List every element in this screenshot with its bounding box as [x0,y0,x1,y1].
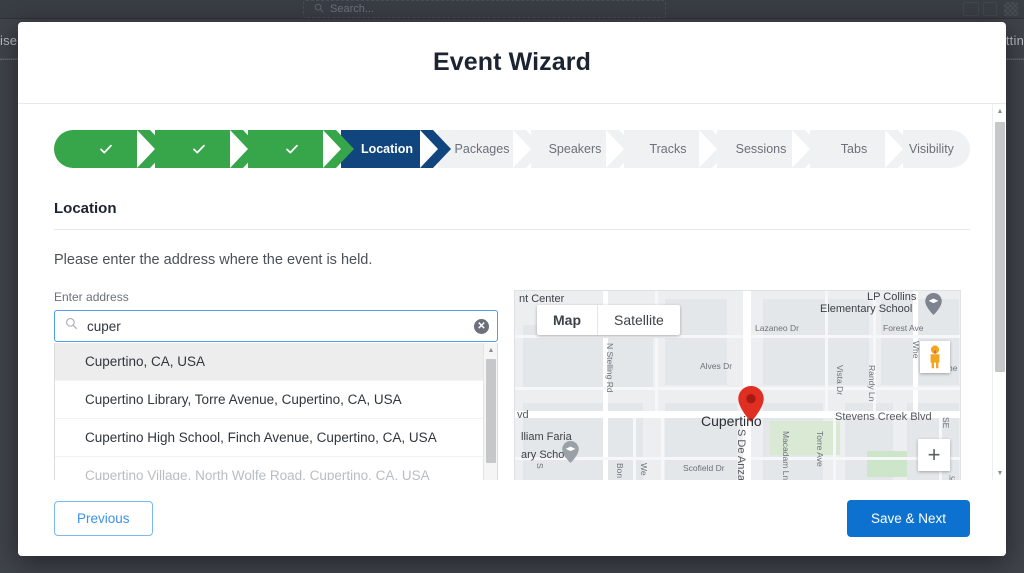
school-marker-icon [562,441,579,468]
map-label: Stevens Creek Blvd [835,411,932,423]
suggestion-text: Cupertino Village, North Wolfe Road, Cup… [85,468,430,480]
suggestion-text: Cupertino High School, Finch Avenue, Cup… [85,430,437,445]
map-label: N Stelling Rd [605,343,615,393]
map-label: nt Center [519,293,564,305]
save-and-next-button[interactable]: Save & Next [847,500,970,537]
grid-icon[interactable] [1004,2,1018,16]
section-description: Please enter the address where the event… [54,252,970,268]
wizard-step-label: Tabs [841,142,867,156]
section-title: Location [54,200,970,217]
modal-body-scrollbar[interactable]: ▲ ▼ [992,104,1006,480]
wizard-step-label: Location [361,142,413,156]
map-label: S De Anza [735,429,747,480]
search-icon [314,3,324,16]
address-column: Enter address cuper ✕ Cupertino, CA, USA [54,290,498,480]
chevron-up-icon[interactable]: ▲ [993,104,1006,118]
close-icon[interactable] [963,2,979,16]
map-label: Macadam Ln [781,431,791,480]
check-icon [191,141,207,157]
clear-icon[interactable]: ✕ [474,319,489,334]
wizard-step-breadcrumb: Location Packages Speakers Tracks Sessio… [54,130,970,168]
list-item[interactable]: Cupertino, CA, USA [55,343,497,381]
map-type-satellite-button[interactable]: Satellite [598,305,680,335]
map-label: LP Collins [867,291,916,303]
map-label: Scofield Dr [683,463,725,473]
address-label: Enter address [54,290,498,304]
map-column: nt Center LP Collins Elementary School L… [514,290,961,480]
location-map[interactable]: nt Center LP Collins Elementary School L… [514,290,961,480]
search-input[interactable]: cuper [87,319,474,334]
modal-body: Location Packages Speakers Tracks Sessio… [18,104,1006,480]
event-wizard-modal: Event Wizard [18,22,1006,556]
map-label: ic [949,473,955,480]
address-input-wrapper[interactable]: cuper ✕ [54,310,498,342]
map-label: Lazaneo Dr [755,323,799,333]
address-suggestions-list: Cupertino, CA, USA Cupertino Library, To… [54,343,498,480]
check-icon [284,141,300,157]
wizard-step-label: Packages [455,142,510,156]
map-label: Bon [615,463,625,478]
map-label: Torre Ave [815,431,825,467]
page-title: Event Wizard [433,48,591,77]
suggestions-scrollbar[interactable]: ▲ [483,343,497,480]
map-type-map-button[interactable]: Map [537,305,598,335]
map-label: Forest Ave [883,323,923,333]
background-search-field[interactable]: Search... [303,0,666,18]
scrollbar-thumb[interactable] [995,122,1005,372]
school-marker-icon [925,293,942,320]
map-label: vd [517,409,529,421]
wizard-step-label: Tracks [649,142,686,156]
search-icon [65,317,78,335]
chevron-up-icon[interactable]: ▲ [484,343,498,357]
map-type-toggle[interactable]: Map Satellite [537,305,680,335]
dropdown-icon[interactable] [983,2,997,16]
chevron-down-icon[interactable]: ▼ [993,466,1006,480]
check-icon [98,141,114,157]
map-label: Elementary School [820,303,912,315]
list-item[interactable]: Cupertino High School, Finch Avenue, Cup… [55,419,497,457]
zoom-in-button[interactable]: + [918,439,950,471]
background-search-placeholder: Search... [330,3,374,15]
map-label: We [639,463,649,476]
map-marker-label: Cupertino [701,413,762,429]
pegman-icon[interactable] [920,341,950,373]
background-left-text: ise [0,33,17,48]
location-columns: Enter address cuper ✕ Cupertino, CA, USA [54,290,970,480]
scrollbar-thumb[interactable] [486,359,496,463]
section-divider [54,229,970,230]
wizard-step-1-completed[interactable] [54,130,150,168]
wizard-step-label: Sessions [736,142,787,156]
map-label: SE [941,417,951,428]
suggestion-text: Cupertino, CA, USA [85,354,205,369]
wizard-step-label: Speakers [549,142,602,156]
suggestion-text: Cupertino Library, Torre Avenue, Cuperti… [85,392,402,407]
map-label: Vista Dr [835,365,845,395]
map-label: S [535,463,545,469]
list-item[interactable]: Cupertino Village, North Wolfe Road, Cup… [55,457,497,480]
previous-button[interactable]: Previous [54,501,153,536]
map-label: Alves Dr [700,361,732,371]
wizard-step-label: Visibility [909,142,954,156]
modal-footer: Previous Save & Next [18,480,1006,556]
map-label: Randy Ln [867,365,877,401]
modal-header: Event Wizard [18,22,1006,104]
list-item[interactable]: Cupertino Library, Torre Avenue, Cuperti… [55,381,497,419]
